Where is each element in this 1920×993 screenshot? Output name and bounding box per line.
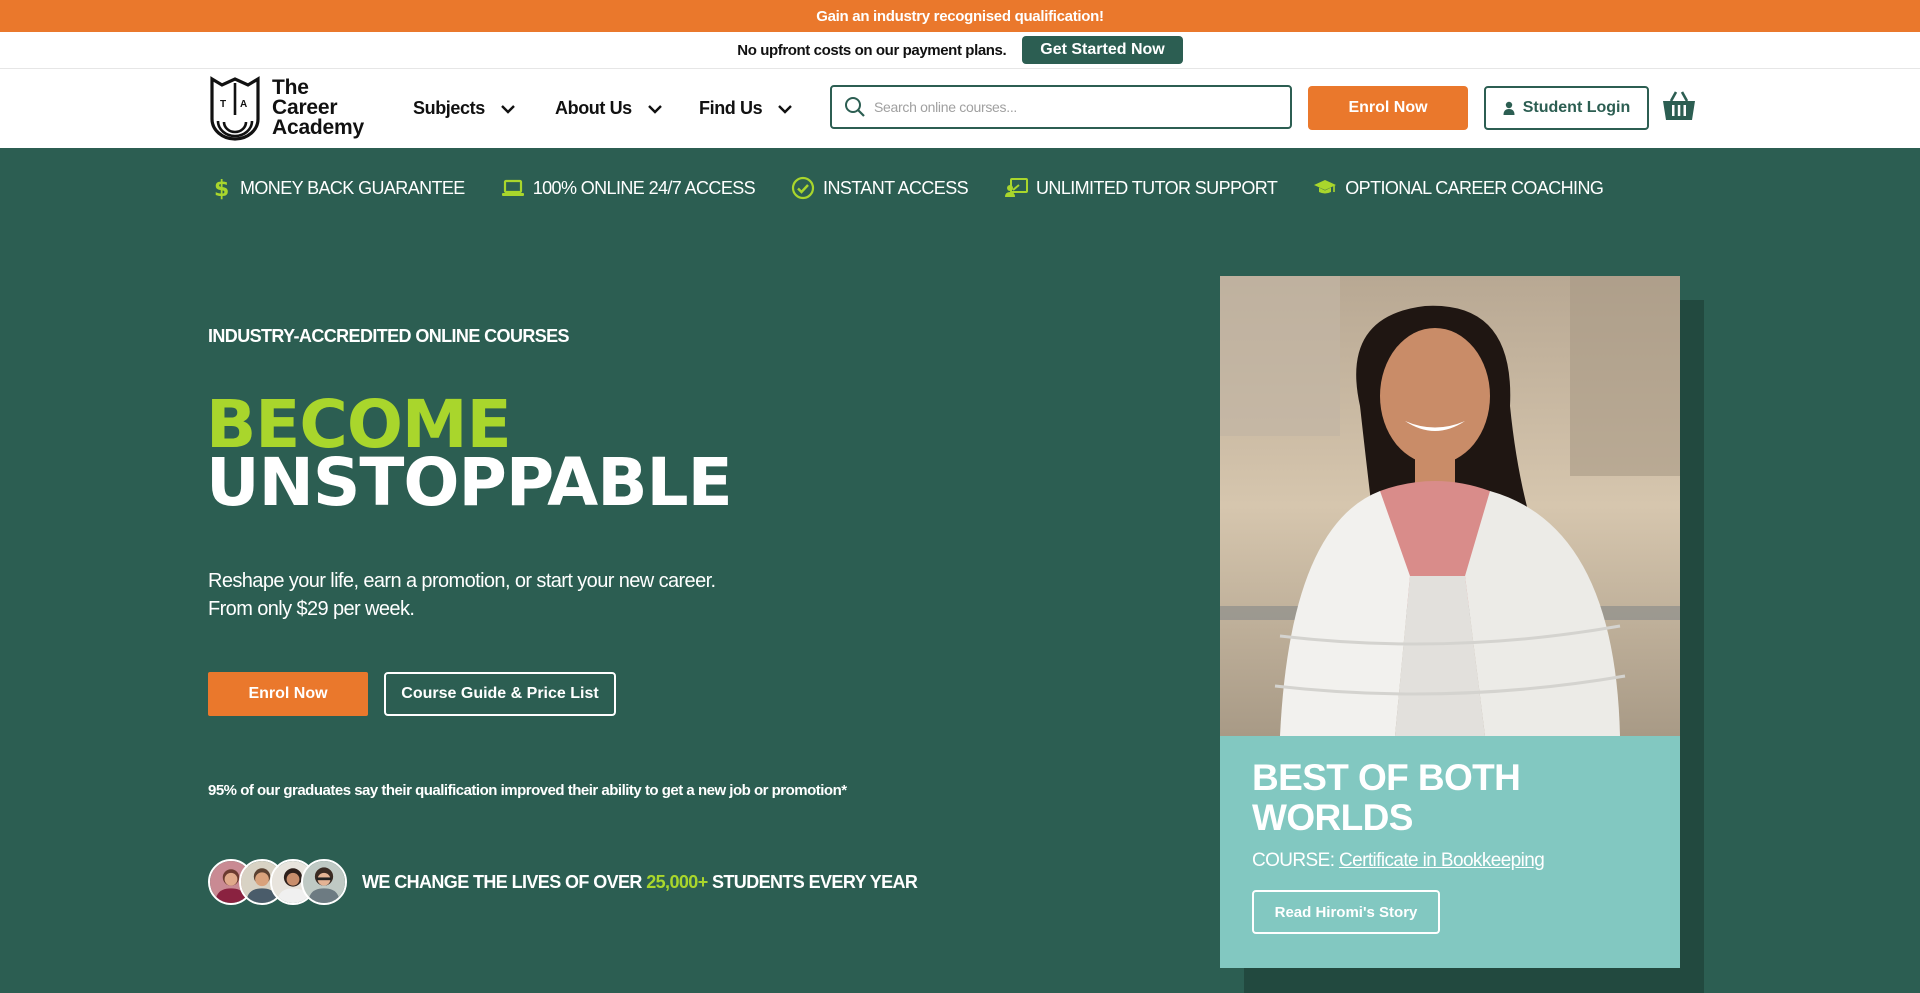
promo-bar: Gain an industry recognised qualificatio… (0, 0, 1920, 32)
nav-item-about-us[interactable]: About Us (555, 69, 664, 148)
logo-wordmark: The Career Academy (272, 76, 364, 139)
hero-headline: BECOME UNSTOPPABLE (206, 392, 733, 521)
svg-text:T: T (220, 99, 226, 110)
dollar-icon: $ (214, 177, 229, 200)
hero-subcopy-line-1: Reshape your life, earn a promotion, or … (208, 570, 716, 592)
site-logo[interactable]: T A The Career Academy (208, 75, 383, 141)
hero-subcopy: Reshape your life, earn a promotion, or … (208, 567, 716, 623)
avatar (301, 859, 347, 905)
story-course-prefix: COURSE: (1252, 850, 1340, 871)
site-header: T A The Career Academy Subjects About Us… (0, 69, 1920, 148)
svg-text:$: $ (214, 177, 229, 200)
payment-plan-bar: No upfront costs on our payment plans. G… (0, 32, 1920, 69)
hero-subcopy-line-2: From only $29 per week. (208, 598, 415, 620)
student-avatars (208, 859, 348, 905)
enrol-now-header-button[interactable]: Enrol Now (1308, 86, 1468, 130)
course-guide-button[interactable]: Course Guide & Price List (384, 672, 616, 716)
student-login-button[interactable]: Student Login (1484, 86, 1649, 130)
course-search[interactable] (830, 85, 1292, 129)
chevron-down-icon (647, 104, 662, 114)
hero-headline-line-2: UNSTOPPABLE (206, 444, 733, 521)
hero-eyebrow: INDUSTRY-ACCREDITED ONLINE COURSES (208, 326, 570, 346)
logo-line-1: The (272, 76, 309, 99)
logo-mark-icon: T A (210, 76, 260, 141)
student-login-label: Student Login (1522, 99, 1631, 116)
nav-item-find-us[interactable]: Find Us (699, 69, 794, 148)
payment-plan-text: No upfront costs on our payment plans. (737, 41, 1007, 59)
student-count: 25,000+ (646, 872, 708, 892)
read-story-button[interactable]: Read Hiromi's Story (1252, 890, 1440, 934)
usp-item: OPTIONAL CAREER COACHING (1313, 176, 1604, 200)
usp-label: INSTANT ACCESS (823, 177, 969, 198)
svg-text:A: A (240, 99, 247, 110)
check-circle-icon (791, 176, 815, 200)
basket-icon[interactable] (1662, 89, 1696, 123)
graduation-cap-icon (1314, 180, 1337, 194)
student-count-statement: WE CHANGE THE LIVES OF OVER 25,000+ STUD… (362, 872, 918, 893)
story-course-link[interactable]: Certificate in Bookkeeping (1339, 850, 1545, 871)
tutor-icon (1005, 178, 1029, 197)
laptop-icon (501, 179, 524, 196)
chevron-down-icon (778, 104, 793, 114)
usp-item: UNLIMITED TUTOR SUPPORT (1004, 176, 1278, 200)
nav-label-find-us: Find Us (699, 98, 763, 118)
enrol-now-hero-button[interactable]: Enrol Now (208, 672, 368, 716)
nav-label-about-us: About Us (555, 98, 632, 118)
promo-text: Gain an industry recognised qualificatio… (816, 7, 1104, 25)
logo-line-2: Career (272, 96, 338, 119)
graduate-stat: 95% of our graduates say their qualifica… (208, 782, 847, 799)
usp-item: INSTANT ACCESS (791, 176, 969, 200)
student-story-card: BEST OF BOTH WORLDS COURSE: Certificate … (1220, 736, 1680, 968)
usp-item: 100% ONLINE 24/7 ACCESS (501, 176, 756, 200)
get-started-button[interactable]: Get Started Now (1022, 36, 1183, 64)
logo-line-3: Academy (272, 116, 364, 139)
nav-label-subjects: Subjects (413, 98, 485, 118)
lives-prefix: WE CHANGE THE LIVES OF OVER (362, 872, 647, 892)
story-title-line-2: WORLDS (1252, 797, 1413, 838)
search-input[interactable] (874, 99, 1274, 115)
story-title-line-1: BEST OF BOTH (1252, 757, 1521, 798)
lives-suffix: STUDENTS EVERY YEAR (707, 872, 918, 892)
usp-item: $ MONEY BACK GUARANTEE (208, 176, 465, 200)
story-course: COURSE: Certificate in Bookkeeping (1252, 850, 1648, 872)
usp-label: MONEY BACK GUARANTEE (240, 177, 465, 198)
usp-label: OPTIONAL CAREER COACHING (1345, 177, 1604, 198)
usp-label: UNLIMITED TUTOR SUPPORT (1036, 177, 1278, 198)
chevron-down-icon (500, 104, 515, 114)
search-icon[interactable] (844, 96, 866, 118)
story-title: BEST OF BOTH WORLDS (1252, 758, 1648, 838)
usp-bar: $ MONEY BACK GUARANTEE 100% ONLINE 24/7 … (208, 173, 1639, 203)
nav-item-subjects[interactable]: Subjects (413, 69, 517, 148)
user-icon (1503, 101, 1515, 115)
usp-label: 100% ONLINE 24/7 ACCESS (532, 177, 756, 198)
student-photo (1220, 276, 1680, 736)
